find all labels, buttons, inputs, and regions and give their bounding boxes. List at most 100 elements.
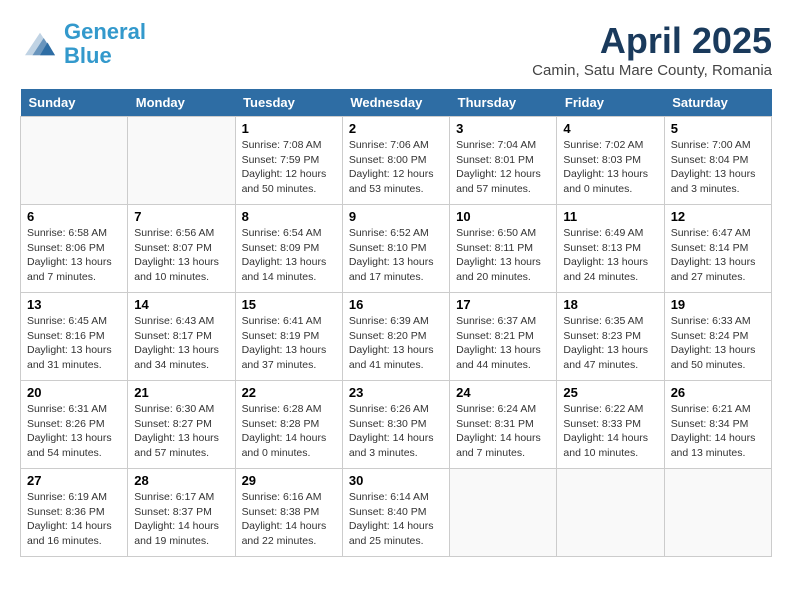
day-info: Sunrise: 6:17 AM Sunset: 8:37 PM Dayligh…: [134, 490, 228, 549]
day-info: Sunrise: 6:14 AM Sunset: 8:40 PM Dayligh…: [349, 490, 443, 549]
day-number: 12: [671, 209, 765, 224]
day-number: 5: [671, 121, 765, 136]
day-number: 30: [349, 473, 443, 488]
week-row-5: 27 Sunrise: 6:19 AM Sunset: 8:36 PM Dayli…: [21, 469, 772, 557]
day-info: Sunrise: 6:24 AM Sunset: 8:31 PM Dayligh…: [456, 402, 550, 461]
day-info: Sunrise: 7:06 AM Sunset: 8:00 PM Dayligh…: [349, 138, 443, 197]
day-number: 28: [134, 473, 228, 488]
day-number: 4: [563, 121, 657, 136]
calendar-cell: 7 Sunrise: 6:56 AM Sunset: 8:07 PM Daylig…: [128, 205, 235, 293]
day-number: 17: [456, 297, 550, 312]
day-info: Sunrise: 6:22 AM Sunset: 8:33 PM Dayligh…: [563, 402, 657, 461]
day-number: 22: [242, 385, 336, 400]
calendar-cell: 23 Sunrise: 6:26 AM Sunset: 8:30 PM Dayli…: [342, 381, 449, 469]
weekday-header-friday: Friday: [557, 89, 664, 117]
day-info: Sunrise: 7:00 AM Sunset: 8:04 PM Dayligh…: [671, 138, 765, 197]
weekday-header-tuesday: Tuesday: [235, 89, 342, 117]
weekday-header-monday: Monday: [128, 89, 235, 117]
day-number: 23: [349, 385, 443, 400]
calendar-cell: 4 Sunrise: 7:02 AM Sunset: 8:03 PM Daylig…: [557, 117, 664, 205]
week-row-1: 1 Sunrise: 7:08 AM Sunset: 7:59 PM Daylig…: [21, 117, 772, 205]
calendar-cell: 14 Sunrise: 6:43 AM Sunset: 8:17 PM Dayli…: [128, 293, 235, 381]
day-number: 7: [134, 209, 228, 224]
day-info: Sunrise: 6:16 AM Sunset: 8:38 PM Dayligh…: [242, 490, 336, 549]
day-info: Sunrise: 6:54 AM Sunset: 8:09 PM Dayligh…: [242, 226, 336, 285]
calendar-cell: 16 Sunrise: 6:39 AM Sunset: 8:20 PM Dayli…: [342, 293, 449, 381]
day-info: Sunrise: 6:49 AM Sunset: 8:13 PM Dayligh…: [563, 226, 657, 285]
calendar-cell: 9Sunrise: 6:52 AM Sunset: 8:10 PM Daylig…: [342, 205, 449, 293]
day-number: 3: [456, 121, 550, 136]
day-number: 14: [134, 297, 228, 312]
calendar-cell: 12 Sunrise: 6:47 AM Sunset: 8:14 PM Dayli…: [664, 205, 771, 293]
month-title: April 2025: [532, 20, 772, 62]
day-info: Sunrise: 6:41 AM Sunset: 8:19 PM Dayligh…: [242, 314, 336, 373]
calendar-cell: 6Sunrise: 6:58 AM Sunset: 8:06 PM Daylig…: [21, 205, 128, 293]
logo-text: General Blue: [64, 20, 146, 68]
calendar-cell: 10Sunrise: 6:50 AM Sunset: 8:11 PM Dayli…: [450, 205, 557, 293]
weekday-header-wednesday: Wednesday: [342, 89, 449, 117]
day-info: Sunrise: 6:58 AM Sunset: 8:06 PM Dayligh…: [27, 226, 121, 285]
day-info: Sunrise: 6:47 AM Sunset: 8:14 PM Dayligh…: [671, 226, 765, 285]
calendar-cell: [450, 469, 557, 557]
calendar-cell: 15 Sunrise: 6:41 AM Sunset: 8:19 PM Dayli…: [235, 293, 342, 381]
day-info: Sunrise: 6:43 AM Sunset: 8:17 PM Dayligh…: [134, 314, 228, 373]
day-info: Sunrise: 6:21 AM Sunset: 8:34 PM Dayligh…: [671, 402, 765, 461]
day-number: 2: [349, 121, 443, 136]
day-number: 1: [242, 121, 336, 136]
day-info: Sunrise: 6:26 AM Sunset: 8:30 PM Dayligh…: [349, 402, 443, 461]
day-number: 9: [349, 209, 443, 224]
calendar-cell: 3 Sunrise: 7:04 AM Sunset: 8:01 PM Daylig…: [450, 117, 557, 205]
day-number: 13: [27, 297, 121, 312]
weekday-header-thursday: Thursday: [450, 89, 557, 117]
day-info: Sunrise: 6:45 AM Sunset: 8:16 PM Dayligh…: [27, 314, 121, 373]
day-number: 26: [671, 385, 765, 400]
calendar-cell: [21, 117, 128, 205]
calendar-cell: [557, 469, 664, 557]
day-info: Sunrise: 6:30 AM Sunset: 8:27 PM Dayligh…: [134, 402, 228, 461]
calendar-cell: 25Sunrise: 6:22 AM Sunset: 8:33 PM Dayli…: [557, 381, 664, 469]
day-number: 18: [563, 297, 657, 312]
logo-blue: Blue: [64, 43, 112, 68]
day-number: 15: [242, 297, 336, 312]
calendar-cell: 28 Sunrise: 6:17 AM Sunset: 8:37 PM Dayli…: [128, 469, 235, 557]
day-info: Sunrise: 6:56 AM Sunset: 8:07 PM Dayligh…: [134, 226, 228, 285]
week-row-3: 13 Sunrise: 6:45 AM Sunset: 8:16 PM Dayli…: [21, 293, 772, 381]
calendar-cell: 24 Sunrise: 6:24 AM Sunset: 8:31 PM Dayli…: [450, 381, 557, 469]
calendar-cell: [664, 469, 771, 557]
page-header: General Blue April 2025 Camin, Satu Mare…: [20, 20, 772, 79]
day-number: 27: [27, 473, 121, 488]
day-info: Sunrise: 6:39 AM Sunset: 8:20 PM Dayligh…: [349, 314, 443, 373]
day-number: 8: [242, 209, 336, 224]
day-info: Sunrise: 6:37 AM Sunset: 8:21 PM Dayligh…: [456, 314, 550, 373]
calendar-cell: 5 Sunrise: 7:00 AM Sunset: 8:04 PM Daylig…: [664, 117, 771, 205]
logo-icon: [20, 29, 60, 59]
week-row-2: 6Sunrise: 6:58 AM Sunset: 8:06 PM Daylig…: [21, 205, 772, 293]
day-info: Sunrise: 7:08 AM Sunset: 7:59 PM Dayligh…: [242, 138, 336, 197]
day-number: 20: [27, 385, 121, 400]
calendar-cell: 1 Sunrise: 7:08 AM Sunset: 7:59 PM Daylig…: [235, 117, 342, 205]
day-info: Sunrise: 7:04 AM Sunset: 8:01 PM Dayligh…: [456, 138, 550, 197]
day-info: Sunrise: 7:02 AM Sunset: 8:03 PM Dayligh…: [563, 138, 657, 197]
calendar-cell: 21Sunrise: 6:30 AM Sunset: 8:27 PM Dayli…: [128, 381, 235, 469]
weekday-header-saturday: Saturday: [664, 89, 771, 117]
day-info: Sunrise: 6:28 AM Sunset: 8:28 PM Dayligh…: [242, 402, 336, 461]
week-row-4: 20 Sunrise: 6:31 AM Sunset: 8:26 PM Dayli…: [21, 381, 772, 469]
logo: General Blue: [20, 20, 146, 68]
day-number: 11: [563, 209, 657, 224]
calendar-cell: 29Sunrise: 6:16 AM Sunset: 8:38 PM Dayli…: [235, 469, 342, 557]
calendar-cell: 17 Sunrise: 6:37 AM Sunset: 8:21 PM Dayli…: [450, 293, 557, 381]
day-number: 16: [349, 297, 443, 312]
calendar-cell: 18Sunrise: 6:35 AM Sunset: 8:23 PM Dayli…: [557, 293, 664, 381]
day-number: 10: [456, 209, 550, 224]
calendar-cell: 13 Sunrise: 6:45 AM Sunset: 8:16 PM Dayli…: [21, 293, 128, 381]
day-number: 24: [456, 385, 550, 400]
day-info: Sunrise: 6:19 AM Sunset: 8:36 PM Dayligh…: [27, 490, 121, 549]
calendar-cell: 27 Sunrise: 6:19 AM Sunset: 8:36 PM Dayli…: [21, 469, 128, 557]
calendar-cell: [128, 117, 235, 205]
day-info: Sunrise: 6:31 AM Sunset: 8:26 PM Dayligh…: [27, 402, 121, 461]
weekday-header-row: SundayMondayTuesdayWednesdayThursdayFrid…: [21, 89, 772, 117]
calendar-table: SundayMondayTuesdayWednesdayThursdayFrid…: [20, 89, 772, 557]
calendar-cell: 30 Sunrise: 6:14 AM Sunset: 8:40 PM Dayli…: [342, 469, 449, 557]
logo-general: General: [64, 19, 146, 44]
weekday-header-sunday: Sunday: [21, 89, 128, 117]
